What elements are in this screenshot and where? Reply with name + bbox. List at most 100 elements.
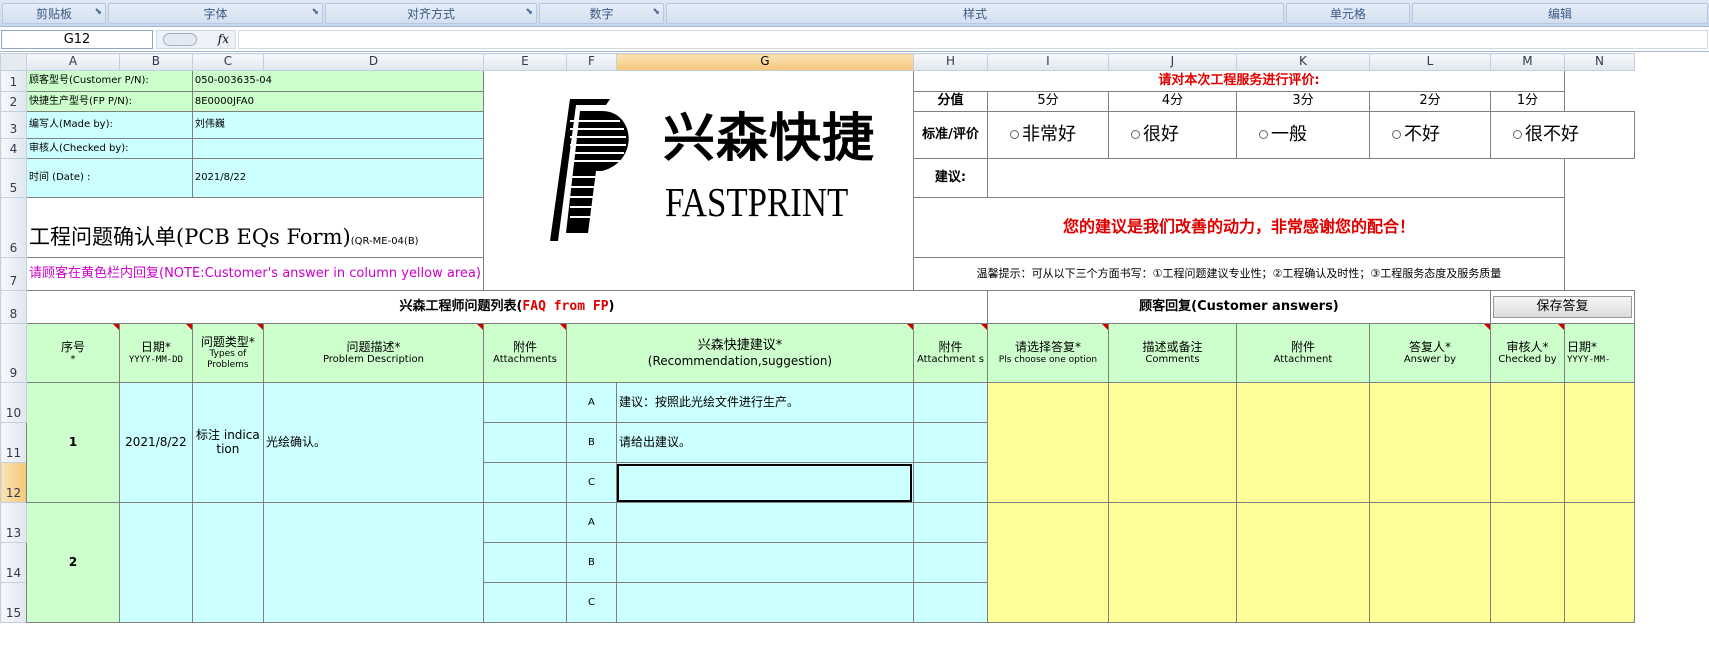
row-header[interactable]: 1 — [0, 70, 27, 92]
item-no[interactable]: 2 — [25, 502, 121, 623]
item-desc[interactable] — [262, 502, 484, 623]
answer-choice[interactable] — [986, 382, 1109, 503]
column-header[interactable]: K — [1235, 53, 1370, 71]
answer-comments[interactable] — [1107, 502, 1237, 623]
answer-checked-by[interactable] — [1489, 502, 1565, 623]
item-attach2[interactable] — [912, 422, 988, 463]
item-attach2[interactable] — [912, 582, 988, 623]
column-header[interactable]: D — [262, 53, 484, 71]
row-header[interactable]: 14 — [0, 542, 27, 583]
dialog-launcher-icon[interactable]: ⬊ — [525, 7, 533, 17]
answer-date[interactable] — [1563, 382, 1635, 503]
column-header[interactable]: I — [986, 53, 1109, 71]
row-header[interactable]: 4 — [0, 138, 27, 159]
customer-pn-value[interactable]: 050-003635-04 — [191, 70, 484, 92]
column-header[interactable]: A — [25, 53, 121, 71]
expand-toggle-icon[interactable] — [163, 33, 197, 46]
row-header[interactable]: 6 — [0, 197, 27, 258]
dialog-launcher-icon[interactable]: ⬊ — [94, 7, 102, 17]
answer-attachment[interactable] — [1235, 502, 1370, 623]
item-date[interactable] — [119, 502, 193, 623]
formula-input[interactable] — [238, 30, 1708, 49]
item-attach2[interactable] — [912, 462, 988, 503]
column-header-selected[interactable]: G — [615, 53, 914, 71]
radio-icon[interactable] — [1258, 130, 1268, 140]
answer-choice[interactable] — [986, 502, 1109, 623]
column-header[interactable]: F — [565, 53, 617, 71]
row-header[interactable]: 10 — [0, 382, 27, 423]
answer-by[interactable] — [1368, 502, 1491, 623]
item-attach[interactable] — [482, 462, 567, 503]
date-value[interactable]: 2021/8/22 — [191, 158, 484, 198]
row-header-selected[interactable]: 12 — [0, 462, 27, 503]
column-header[interactable]: E — [482, 53, 567, 71]
row-header[interactable]: 11 — [0, 422, 27, 463]
answer-date[interactable] — [1563, 502, 1635, 623]
option-text[interactable] — [615, 582, 914, 623]
made-by-value[interactable]: 刘伟巍 — [191, 111, 484, 139]
column-header[interactable]: B — [119, 53, 193, 71]
item-attach[interactable] — [482, 422, 567, 463]
column-header[interactable]: N — [1563, 53, 1635, 71]
item-date[interactable]: 2021/8/22 — [119, 382, 193, 503]
active-cell-g12[interactable] — [615, 462, 914, 503]
item-attach[interactable] — [482, 502, 567, 543]
option-text[interactable]: 请给出建议。 — [615, 422, 914, 463]
insert-function-icon[interactable]: fx — [218, 32, 229, 46]
save-answers-button[interactable]: 保存答复 — [1492, 296, 1632, 318]
item-type[interactable]: 标注 indication — [191, 382, 264, 503]
row-header[interactable]: 2 — [0, 91, 27, 112]
option-average[interactable]: 一般 — [1235, 111, 1370, 159]
radio-icon[interactable] — [1512, 130, 1522, 140]
answer-attachment[interactable] — [1235, 382, 1370, 503]
dialog-launcher-icon[interactable]: ⬊ — [652, 7, 660, 17]
select-all-corner[interactable] — [0, 53, 27, 71]
ribbon-group-clipboard[interactable]: 剪贴板 ⬊ — [2, 3, 106, 24]
radio-icon[interactable] — [1009, 130, 1019, 140]
suggestion-input[interactable] — [986, 158, 1565, 198]
column-header[interactable]: J — [1107, 53, 1237, 71]
row-header[interactable]: 9 — [0, 323, 27, 383]
radio-icon[interactable] — [1391, 130, 1401, 140]
row-header[interactable]: 8 — [0, 290, 27, 324]
ribbon-group-number[interactable]: 数字 ⬊ — [539, 3, 664, 24]
name-box[interactable]: G12 — [1, 30, 153, 49]
checked-by-value[interactable] — [191, 138, 484, 159]
answer-by[interactable] — [1368, 382, 1491, 503]
ribbon-group-alignment[interactable]: 对齐方式 ⬊ — [325, 3, 537, 24]
option-bad[interactable]: 不好 — [1368, 111, 1491, 159]
item-attach2[interactable] — [912, 542, 988, 583]
row-header[interactable]: 13 — [0, 502, 27, 543]
option-text[interactable] — [615, 502, 914, 543]
item-attach2[interactable] — [912, 382, 988, 423]
answer-comments[interactable] — [1107, 382, 1237, 503]
item-type[interactable] — [191, 502, 264, 623]
answer-checked-by[interactable] — [1489, 382, 1565, 503]
option-very-bad[interactable]: 很不好 — [1489, 111, 1635, 159]
ribbon-group-font[interactable]: 字体 ⬊ — [108, 3, 323, 24]
ribbon-group-editing[interactable]: 编辑 — [1412, 3, 1708, 24]
option-text[interactable]: 建议：按照此光绘文件进行生产。 — [615, 382, 914, 423]
column-header[interactable]: L — [1368, 53, 1491, 71]
column-header[interactable]: H — [912, 53, 988, 71]
ribbon-group-styles[interactable]: 样式 — [666, 3, 1284, 24]
column-header[interactable]: C — [191, 53, 264, 71]
option-text[interactable] — [615, 542, 914, 583]
item-attach[interactable] — [482, 582, 567, 623]
item-no[interactable]: 1 — [25, 382, 121, 503]
column-header[interactable]: M — [1489, 53, 1565, 71]
option-very-good[interactable]: 非常好 — [986, 111, 1109, 159]
fp-pn-value[interactable]: 8E0000JFA0 — [191, 91, 484, 112]
item-attach[interactable] — [482, 542, 567, 583]
item-attach[interactable] — [482, 382, 567, 423]
row-header[interactable]: 5 — [0, 158, 27, 198]
dialog-launcher-icon[interactable]: ⬊ — [311, 7, 319, 17]
option-good[interactable]: 很好 — [1107, 111, 1237, 159]
row-header[interactable]: 15 — [0, 582, 27, 623]
row-header[interactable]: 3 — [0, 111, 27, 139]
item-attach2[interactable] — [912, 502, 988, 543]
item-desc[interactable]: 光绘确认。 — [262, 382, 484, 503]
ribbon-group-cells[interactable]: 单元格 — [1286, 3, 1410, 24]
row-header[interactable]: 7 — [0, 257, 27, 291]
radio-icon[interactable] — [1130, 130, 1140, 140]
